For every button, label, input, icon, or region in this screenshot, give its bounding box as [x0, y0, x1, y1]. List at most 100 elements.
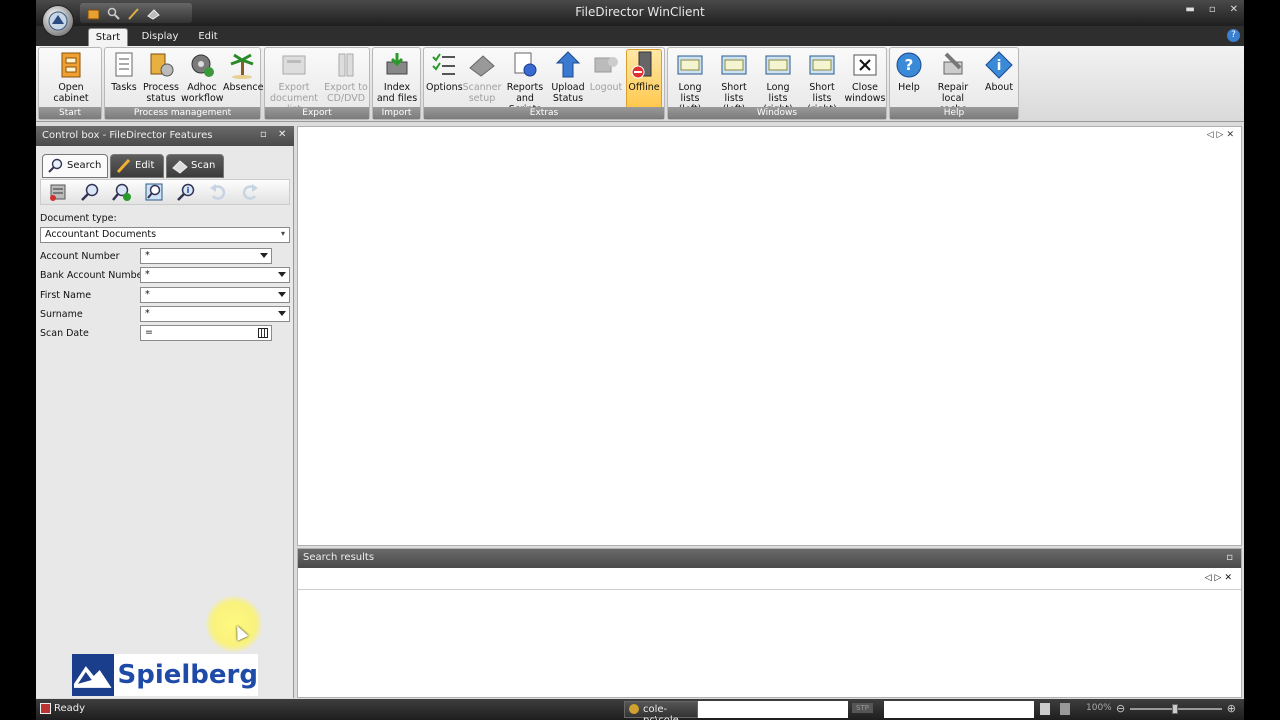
arrow-right-icon[interactable]: ▷ — [1215, 573, 1225, 583]
long-lists-right-button[interactable]: Long lists (right) — [756, 50, 800, 115]
list-icon — [809, 55, 835, 75]
results-nav: ◁▷✕ — [1205, 573, 1235, 583]
close-icon[interactable]: ✕ — [1230, 4, 1238, 15]
document-type-select[interactable]: Accountant Documents ▾ — [40, 227, 290, 243]
arrow-right-icon[interactable]: ▷ — [1217, 130, 1227, 140]
chevron-down-icon — [278, 272, 286, 277]
undo-icon[interactable] — [207, 181, 229, 203]
pin-icon[interactable]: ▫ — [260, 129, 267, 140]
field-label-first-name: First Name — [40, 290, 92, 301]
chevron-down-icon — [278, 292, 286, 297]
status-user-text: cole-pc\cole — [643, 704, 679, 720]
help-button[interactable]: ? Help — [892, 50, 926, 110]
export-cd-button[interactable]: Export to CD/DVD — [321, 50, 371, 110]
document-view-area: ◁▷✕ — [297, 126, 1242, 546]
scanner-setup-button[interactable]: Scanner setup — [462, 50, 502, 110]
group-export: Export document list Export to CD/DVD Ex… — [264, 47, 370, 120]
pin-icon[interactable]: ▫ — [1226, 552, 1233, 563]
tab-start[interactable]: Start — [88, 28, 128, 46]
cursor-highlight — [206, 596, 262, 652]
logo-text: Spielberg — [117, 660, 258, 690]
tab-search[interactable]: Search — [42, 154, 108, 178]
index-and-files-label: Index and files — [376, 82, 418, 104]
close-windows-label: Close windows — [844, 82, 886, 104]
index-and-files-button[interactable]: Index and files — [374, 50, 420, 110]
tab-edit-panel[interactable]: Edit — [110, 154, 164, 178]
logout-icon — [594, 57, 618, 73]
zoom-in-icon[interactable]: ⊕ — [1227, 702, 1236, 715]
tab-edit[interactable]: Edit — [188, 28, 228, 46]
search-icon[interactable] — [79, 181, 101, 203]
export-document-list-button[interactable]: Export document list — [267, 50, 321, 115]
ribbon-tab-strip: Start Display Edit ? — [36, 26, 1244, 46]
zoom-slider[interactable]: ⊖ ⊕ — [1116, 702, 1236, 716]
group-process-label: Process management — [105, 107, 260, 119]
status-ready-text: Ready — [54, 703, 86, 714]
svg-text:?: ? — [905, 56, 914, 74]
process-status-icon — [150, 53, 174, 77]
process-status-button[interactable]: Process status — [141, 50, 181, 110]
status-field-1 — [698, 701, 848, 718]
search-add-icon[interactable] — [111, 181, 133, 203]
spielberg-logo-mark — [72, 654, 114, 696]
process-status-label: Process status — [142, 82, 180, 104]
tasks-label: Tasks — [111, 82, 137, 93]
help-label: Help — [898, 82, 920, 93]
field-label-account-number: Account Number — [40, 251, 120, 262]
adhoc-workflow-button[interactable]: Adhoc workflow — [181, 50, 224, 110]
close-icon[interactable]: ✕ — [1224, 573, 1235, 583]
search-fulltext-icon[interactable] — [143, 181, 165, 203]
repair-local-cache-button[interactable]: Repair local cache — [928, 50, 978, 115]
close-icon[interactable]: ✕ — [278, 129, 286, 140]
zoom-out-icon[interactable]: ⊖ — [1116, 702, 1125, 715]
long-lists-left-button[interactable]: Long lists (left) — [669, 50, 711, 115]
account-number-value: * — [145, 250, 150, 261]
offline-button[interactable]: Offline — [626, 49, 662, 111]
first-name-value: * — [145, 289, 150, 300]
page-icon[interactable] — [1040, 703, 1050, 715]
bank-account-number-field[interactable]: * — [140, 267, 290, 283]
group-import-label: Import — [373, 107, 420, 119]
surname-field[interactable]: * — [140, 306, 290, 322]
spielberg-logo: Spielberg — [72, 654, 258, 696]
short-lists-right-button[interactable]: Short lists (right) — [800, 50, 844, 115]
absence-button[interactable]: Absence — [223, 50, 263, 110]
svg-text:i: i — [997, 58, 1002, 74]
scan-date-field[interactable]: = — [140, 325, 272, 341]
app-menu-button[interactable] — [42, 5, 74, 37]
search-toolbar: i — [40, 179, 290, 205]
about-button[interactable]: i About — [980, 50, 1018, 110]
arrow-left-icon[interactable]: ◁ — [1207, 130, 1217, 140]
zoom-thumb[interactable] — [1172, 704, 1178, 714]
search-results-tabs: ◁▷✕ — [298, 568, 1241, 590]
export-cd-label: Export to CD/DVD — [324, 82, 368, 104]
calendar-icon[interactable] — [258, 328, 268, 338]
close-windows-button[interactable]: Close windows — [844, 50, 886, 110]
ribbon: Open cabinet Start Tasks Process status … — [36, 46, 1244, 122]
close-icon[interactable]: ✕ — [1226, 130, 1237, 140]
group-start: Open cabinet Start — [38, 47, 102, 120]
tab-scan[interactable]: Scan — [166, 154, 224, 178]
help-icon[interactable]: ? — [1227, 29, 1240, 42]
scanner-setup-label: Scanner setup — [462, 82, 502, 104]
open-cabinet-button[interactable]: Open cabinet — [41, 50, 101, 110]
logout-button[interactable]: Logout — [588, 50, 624, 110]
options-button[interactable]: Options — [426, 50, 463, 110]
reports-and-scripts-button[interactable]: Reports and Scripts — [502, 50, 548, 115]
tasks-button[interactable]: Tasks — [107, 50, 141, 110]
account-number-field[interactable]: * — [140, 248, 272, 264]
tab-display[interactable]: Display — [140, 28, 180, 46]
short-lists-left-button[interactable]: Short lists (left) — [712, 50, 756, 115]
first-name-field[interactable]: * — [140, 287, 290, 303]
page-fit-icon[interactable] — [1060, 703, 1070, 715]
status-stop: STP — [852, 703, 873, 713]
search-info-icon[interactable]: i — [175, 181, 197, 203]
cabinet-list-icon[interactable] — [47, 181, 69, 203]
maximize-icon[interactable]: ▫ — [1209, 4, 1216, 15]
chevron-down-icon: ▾ — [280, 229, 285, 238]
redo-icon[interactable] — [239, 181, 261, 203]
app-window: FileDirector WinClient ▬ ▫ ✕ Start Displ… — [36, 0, 1244, 720]
upload-status-button[interactable]: Upload Status — [548, 50, 588, 110]
arrow-left-icon[interactable]: ◁ — [1205, 573, 1215, 583]
minimize-icon[interactable]: ▬ — [1185, 4, 1194, 15]
